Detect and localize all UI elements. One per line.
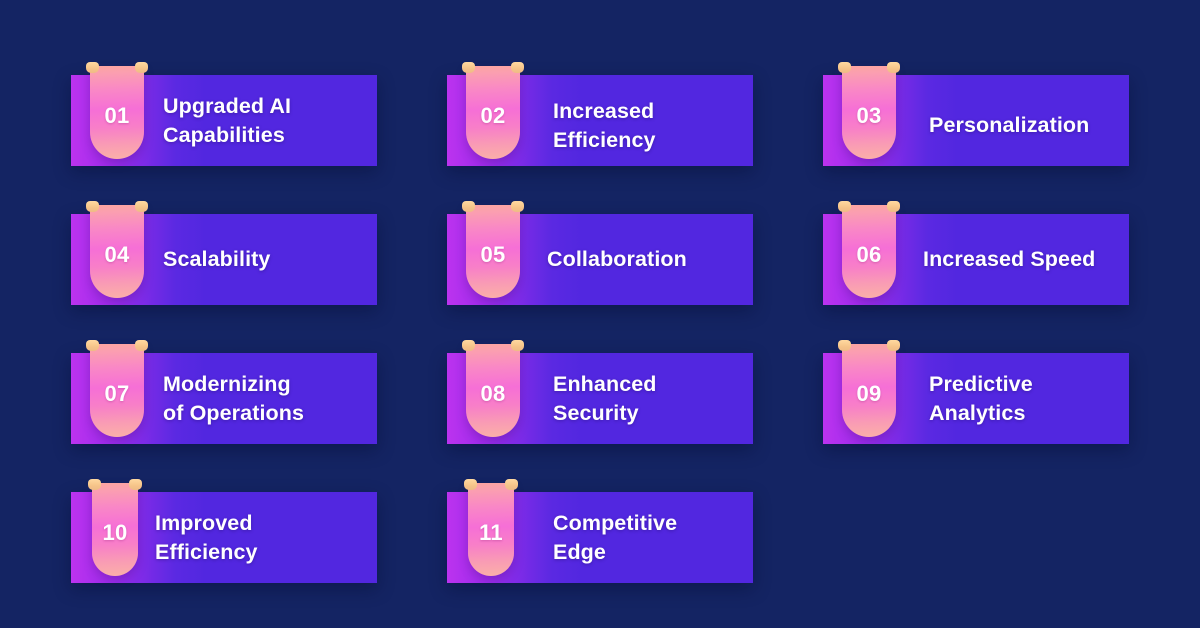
benefit-card-08[interactable]: 08 Enhanced Security: [447, 340, 753, 444]
badge-number: 10: [102, 519, 128, 545]
benefit-card-07[interactable]: 07 Modernizing of Operations: [71, 340, 377, 444]
number-badge-05: 05: [462, 201, 524, 298]
benefit-card-03[interactable]: 03 Personalization: [823, 62, 1129, 166]
benefit-card-11[interactable]: 11 Competitive Edge: [447, 479, 753, 583]
benefit-label: Competitive Edge: [553, 511, 678, 564]
number-badge-10: 10: [88, 479, 142, 576]
benefit-card-04[interactable]: 04 Scalability: [71, 201, 377, 305]
badge-number: 11: [479, 519, 503, 545]
badge-number: 06: [856, 241, 882, 267]
number-badge-01: 01: [86, 62, 148, 159]
benefit-label: Predictive Analytics: [929, 372, 1033, 425]
number-badge-04: 04: [86, 201, 148, 298]
number-badge-06: 06: [838, 201, 900, 298]
badge-number: 08: [480, 380, 506, 406]
benefits-board: 01 Upgraded AI Capabilities 02 Increased…: [0, 0, 1200, 628]
badge-number: 03: [856, 102, 882, 128]
badge-number: 05: [480, 241, 506, 267]
benefits-grid: 01 Upgraded AI Capabilities 02 Increased…: [71, 62, 1131, 583]
badge-number: 07: [104, 380, 130, 406]
number-badge-02: 02: [462, 62, 524, 159]
benefit-card-09[interactable]: 09 Predictive Analytics: [823, 340, 1129, 444]
benefit-label: Modernizing of Operations: [163, 372, 305, 425]
benefit-card-01[interactable]: 01 Upgraded AI Capabilities: [71, 62, 377, 166]
benefit-card-10[interactable]: 10 Improved Efficiency: [71, 479, 377, 583]
badge-number: 04: [104, 241, 130, 267]
benefit-card-05[interactable]: 05 Collaboration: [447, 201, 753, 305]
benefit-label: Increased Efficiency: [553, 99, 656, 152]
benefit-label: Personalization: [929, 113, 1090, 138]
number-badge-08: 08: [462, 340, 524, 437]
badge-number: 02: [480, 102, 506, 128]
benefit-card-06[interactable]: 06 Increased Speed: [823, 201, 1129, 305]
benefit-label: Scalability: [163, 247, 271, 272]
badge-number: 09: [856, 380, 882, 406]
number-badge-11: 11: [464, 479, 518, 576]
number-badge-03: 03: [838, 62, 900, 159]
benefit-card-02[interactable]: 02 Increased Efficiency: [447, 62, 753, 166]
benefit-label: Upgraded AI Capabilities: [163, 94, 292, 147]
badge-number: 01: [104, 102, 130, 128]
number-badge-07: 07: [86, 340, 148, 437]
benefit-label: Improved Efficiency: [155, 511, 258, 564]
benefit-label: Increased Speed: [923, 247, 1096, 272]
number-badge-09: 09: [838, 340, 900, 437]
benefit-label: Collaboration: [547, 247, 687, 272]
benefit-label: Enhanced Security: [553, 372, 657, 425]
